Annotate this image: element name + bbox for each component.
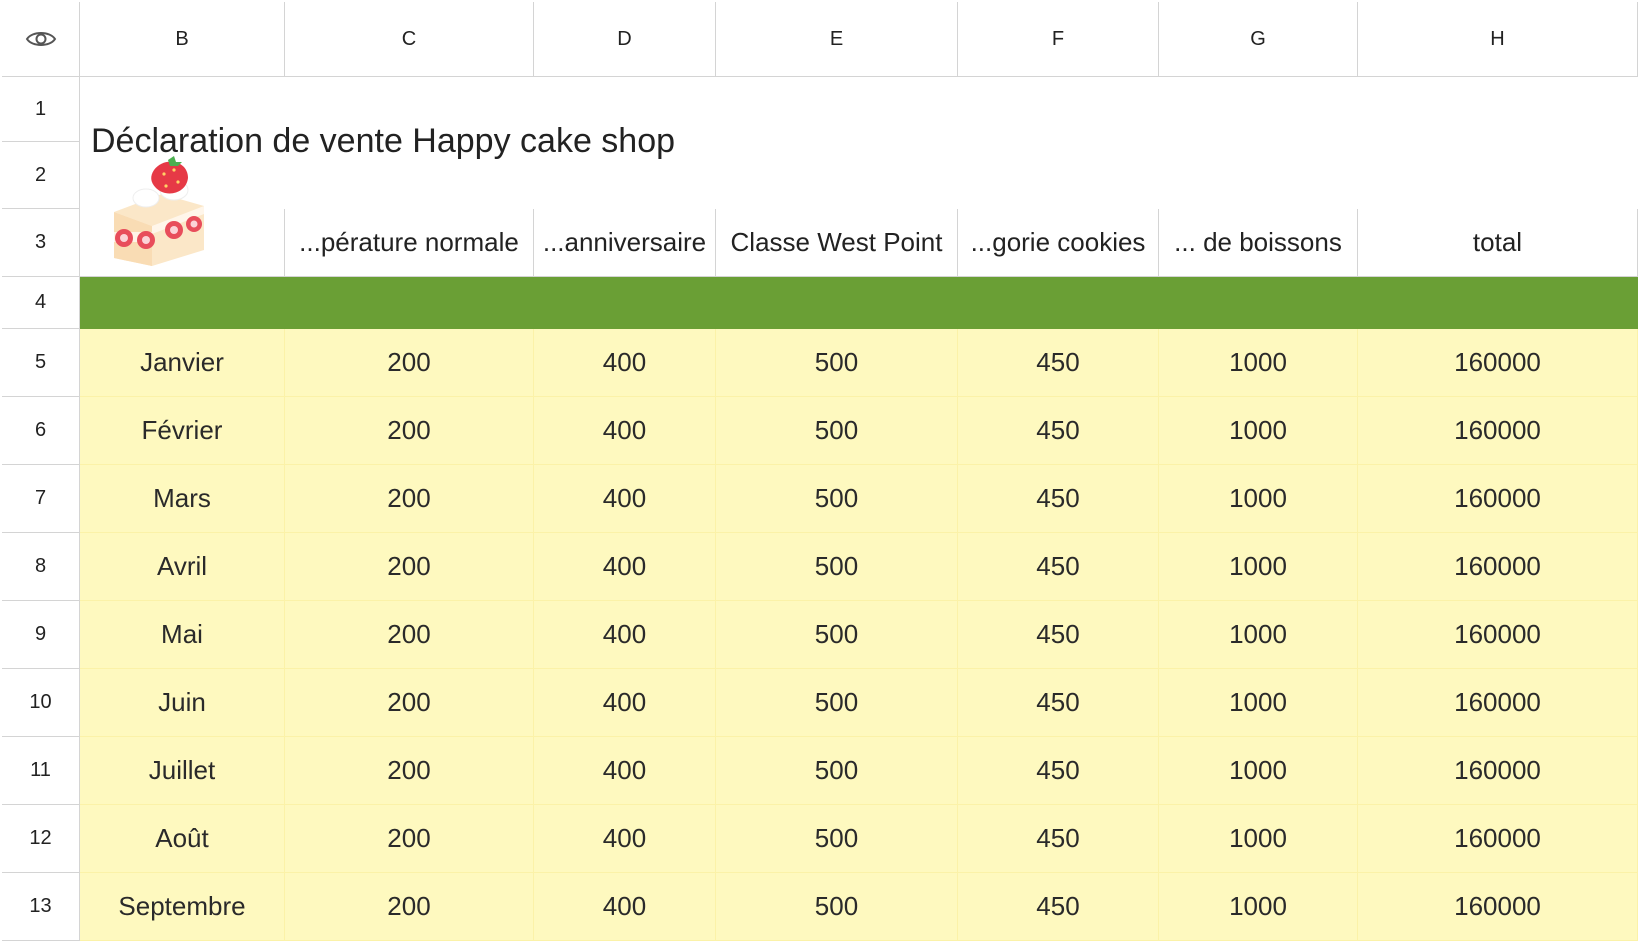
header-cell-c[interactable]: ...pérature normale [285,209,534,277]
data-cell-c6[interactable]: 200 [285,397,534,465]
header-cell-h[interactable]: total [1358,209,1638,277]
data-cell-b8[interactable]: Avril [80,533,285,601]
row-header-9[interactable]: 9 [2,601,80,669]
row-header-11[interactable]: 11 [2,737,80,805]
data-cell-f6[interactable]: 450 [958,397,1159,465]
data-cell-d8[interactable]: 400 [534,533,716,601]
data-cell-c11[interactable]: 200 [285,737,534,805]
data-cell-b6[interactable]: Février [80,397,285,465]
data-cell-g5[interactable]: 1000 [1159,329,1358,397]
header-cell-d[interactable]: ...anniversaire [534,209,716,277]
row-header-12[interactable]: 12 [2,805,80,873]
row-header-10[interactable]: 10 [2,669,80,737]
data-cell-c5[interactable]: 200 [285,329,534,397]
data-cell-g10[interactable]: 1000 [1159,669,1358,737]
data-cell-h12[interactable]: 160000 [1358,805,1638,873]
data-cell-d11[interactable]: 400 [534,737,716,805]
row-header-5[interactable]: 5 [2,329,80,397]
data-cell-d9[interactable]: 400 [534,601,716,669]
row-header-3[interactable]: 3 [2,209,80,277]
data-cell-c10[interactable]: 200 [285,669,534,737]
data-cell-f7[interactable]: 450 [958,465,1159,533]
data-cell-f5[interactable]: 450 [958,329,1159,397]
row-header-4[interactable]: 4 [2,277,80,329]
data-cell-h7[interactable]: 160000 [1358,465,1638,533]
select-all-corner[interactable] [2,2,80,77]
data-cell-e10[interactable]: 500 [716,669,958,737]
strawberry-cake-icon [114,156,204,266]
spreadsheet-grid: BCDEFGH 1 2 3 4 5 6 7 8 9 10 11 12 13 Déclaration de… [2,2,1638,950]
data-cell-e5[interactable]: 500 [716,329,958,397]
data-cell-f12[interactable]: 450 [958,805,1159,873]
data-cell-d10[interactable]: 400 [534,669,716,737]
data-cell-f13[interactable]: 450 [958,873,1159,941]
data-cell-g9[interactable]: 1000 [1159,601,1358,669]
row-header-2[interactable]: 2 [2,142,80,209]
header-cell-g[interactable]: ... de boissons [1159,209,1358,277]
data-cell-g8[interactable]: 1000 [1159,533,1358,601]
data-cell-b10[interactable]: Juin [80,669,285,737]
data-cell-d7[interactable]: 400 [534,465,716,533]
spreadsheet-frame: BCDEFGH 1 2 3 4 5 6 7 8 9 10 11 12 13 Déclaration de… [0,0,1640,952]
data-cell-e13[interactable]: 500 [716,873,958,941]
column-header-g[interactable]: G [1159,2,1358,77]
data-cell-e12[interactable]: 500 [716,805,958,873]
column-header-h[interactable]: H [1358,2,1638,77]
data-cell-c12[interactable]: 200 [285,805,534,873]
data-cell-h8[interactable]: 160000 [1358,533,1638,601]
data-cell-c13[interactable]: 200 [285,873,534,941]
green-separator-row[interactable] [80,277,1638,329]
data-cell-d6[interactable]: 400 [534,397,716,465]
data-cell-d13[interactable]: 400 [534,873,716,941]
data-cell-h11[interactable]: 160000 [1358,737,1638,805]
data-cell-h6[interactable]: 160000 [1358,397,1638,465]
data-cell-e11[interactable]: 500 [716,737,958,805]
eye-icon[interactable] [25,28,57,50]
data-cell-b12[interactable]: Août [80,805,285,873]
data-cell-h9[interactable]: 160000 [1358,601,1638,669]
data-cell-c9[interactable]: 200 [285,601,534,669]
column-header-c[interactable]: C [285,2,534,77]
data-cell-f10[interactable]: 450 [958,669,1159,737]
row-header-13[interactable]: 13 [2,873,80,941]
header-cell-f[interactable]: ...gorie cookies [958,209,1159,277]
data-cell-g13[interactable]: 1000 [1159,873,1358,941]
data-cell-h10[interactable]: 160000 [1358,669,1638,737]
data-cell-g6[interactable]: 1000 [1159,397,1358,465]
data-cell-g7[interactable]: 1000 [1159,465,1358,533]
column-header-b[interactable]: B [80,2,285,77]
data-cell-e8[interactable]: 500 [716,533,958,601]
data-cell-c8[interactable]: 200 [285,533,534,601]
data-cell-c7[interactable]: 200 [285,465,534,533]
row-header-6[interactable]: 6 [2,397,80,465]
data-cell-h13[interactable]: 160000 [1358,873,1638,941]
data-cell-h5[interactable]: 160000 [1358,329,1638,397]
data-cell-f9[interactable]: 450 [958,601,1159,669]
data-cell-b5[interactable]: Janvier [80,329,285,397]
column-header-d[interactable]: D [534,2,716,77]
row-header-1[interactable]: 1 [2,77,80,142]
data-cell-e7[interactable]: 500 [716,465,958,533]
column-header-e[interactable]: E [716,2,958,77]
data-cell-b13[interactable]: Septembre [80,873,285,941]
data-cell-d5[interactable]: 400 [534,329,716,397]
data-cell-d12[interactable]: 400 [534,805,716,873]
data-cell-e9[interactable]: 500 [716,601,958,669]
data-cell-f11[interactable]: 450 [958,737,1159,805]
row-header-8[interactable]: 8 [2,533,80,601]
header-cell-e[interactable]: Classe West Point [716,209,958,277]
data-cell-b9[interactable]: Mai [80,601,285,669]
data-cell-e6[interactable]: 500 [716,397,958,465]
data-cell-g11[interactable]: 1000 [1159,737,1358,805]
data-cell-b11[interactable]: Juillet [80,737,285,805]
data-cell-b7[interactable]: Mars [80,465,285,533]
data-cell-g12[interactable]: 1000 [1159,805,1358,873]
data-cell-f8[interactable]: 450 [958,533,1159,601]
column-header-f[interactable]: F [958,2,1159,77]
row-header-7[interactable]: 7 [2,465,80,533]
